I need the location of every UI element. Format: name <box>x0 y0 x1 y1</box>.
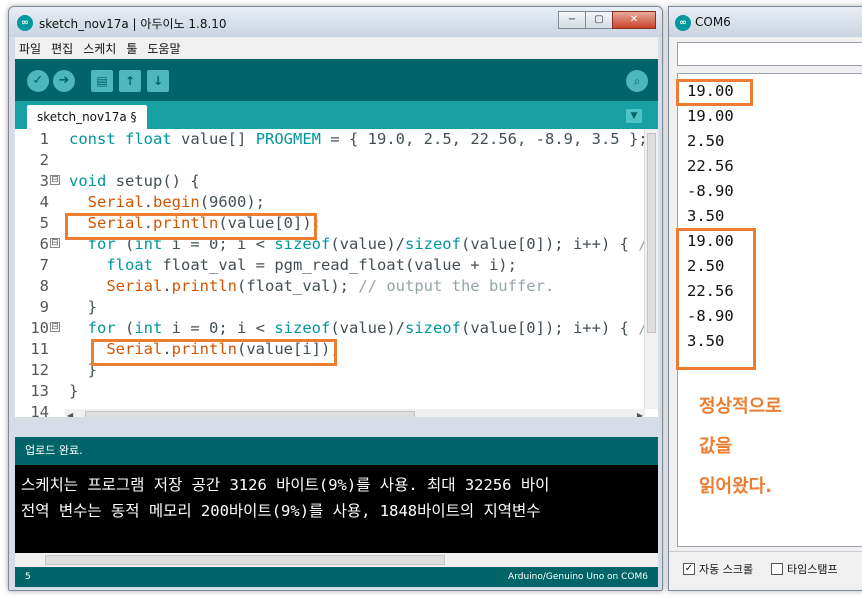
autoscroll-label: 자동 스크롤 <box>699 563 754 576</box>
vertical-scroll-thumb[interactable] <box>647 133 656 333</box>
highlight-box-loop-values <box>676 228 756 370</box>
menu-edit[interactable]: 편집 <box>51 40 73 57</box>
line-number: 9 <box>39 298 49 316</box>
autoscroll-checkbox[interactable]: ✓ <box>683 563 695 575</box>
line-number: 5 <box>39 214 49 232</box>
open-sketch-icon[interactable]: ↑ <box>119 70 141 92</box>
menu-help[interactable]: 도움말 <box>147 40 180 57</box>
highlight-box-first-value <box>676 79 753 106</box>
line-number: 4 <box>39 193 49 211</box>
scroll-left-icon[interactable]: ◀ <box>67 411 73 417</box>
vertical-scrollbar[interactable] <box>644 129 658 409</box>
ide-titlebar[interactable]: ∞ sketch_nov17a | 아두이노 1.8.10 − ▢ ✕ <box>9 7 662 37</box>
fold-toggle-icon[interactable]: ⊟ <box>50 175 60 185</box>
maximize-button[interactable]: ▢ <box>585 11 613 29</box>
annotation-note: 값을 <box>699 436 733 457</box>
minimize-button[interactable]: − <box>558 11 586 29</box>
verify-icon[interactable]: ✓ <box>27 70 49 92</box>
code-line: 7 float float_val = pgm_read_float(value… <box>15 255 655 276</box>
line-number: 1 <box>39 130 49 148</box>
code-text: float float_val = pgm_read_float(value +… <box>106 256 517 274</box>
window-title: sketch_nov17a | 아두이노 1.8.10 <box>39 17 227 31</box>
scroll-right-icon[interactable]: ▶ <box>637 411 643 417</box>
code-line: 10 ⊟ for (int i = 0; i < sizeof(value)/si… <box>15 318 657 339</box>
serial-value-line: -8.90 <box>687 182 734 200</box>
code-line: 13} <box>15 381 655 402</box>
serial-monitor-window: ∞ COM6 19.00 19.00 2.50 22.56 -8.90 3.50 19.00… <box>668 6 862 591</box>
timestamp-checkbox[interactable] <box>771 563 783 575</box>
tab-menu-icon[interactable]: ▼ <box>626 109 642 123</box>
serial-window-title: COM6 <box>695 15 731 29</box>
fold-toggle-icon[interactable]: ⊟ <box>50 238 60 248</box>
tab-bar: sketch_nov17a § ▼ <box>15 101 658 129</box>
console-scrollbar[interactable] <box>15 553 658 567</box>
board-port-label: Arduino/Genuino Uno on COM6 <box>508 572 648 582</box>
line-number: 10 <box>30 319 49 337</box>
line-number: 8 <box>39 277 49 295</box>
close-button[interactable]: ✕ <box>612 11 656 29</box>
status-bar: 업로드 완료. <box>15 437 658 465</box>
serial-output-area[interactable]: 19.00 19.00 2.50 22.56 -8.90 3.50 19.00 2.50 22.… <box>676 73 862 547</box>
annotation-note: 읽어왔다. <box>699 476 773 497</box>
serial-value-line: 19.00 <box>687 107 734 125</box>
horizontal-scrollbar[interactable]: ◀ ▶ <box>65 409 645 417</box>
console-line: 스케치는 프로그램 저장 공간 3126 바이트(9%)를 사용. 최대 322… <box>21 476 550 494</box>
console-scroll-thumb[interactable] <box>45 555 445 565</box>
footer-bar: 5 Arduino/Genuino Uno on COM6 <box>15 567 658 587</box>
code-line: 8 Serial.println(float_val); // output t… <box>15 276 655 297</box>
line-number: 14 <box>30 403 49 417</box>
timestamp-label: 타임스탬프 <box>787 563 838 576</box>
window-controls: − ▢ ✕ <box>558 11 656 29</box>
serial-monitor-icon[interactable]: ⌕ <box>626 70 648 92</box>
line-number: 13 <box>30 382 49 400</box>
line-number: 6 <box>39 235 49 253</box>
code-text: Serial.begin(9600); <box>87 193 266 211</box>
arduino-logo-icon: ∞ <box>675 15 691 31</box>
line-number: 7 <box>39 256 49 274</box>
annotation-note: 정상적으로 <box>699 396 782 417</box>
code-text: for (int i = 0; i < sizeof(value)/sizeof… <box>87 319 657 337</box>
serial-send-input[interactable] <box>677 42 862 66</box>
code-line: 9 } <box>15 297 655 318</box>
arduino-ide-window: ∞ sketch_nov17a | 아두이노 1.8.10 − ▢ ✕ 파일 편… <box>8 6 663 591</box>
code-line: 4 Serial.begin(9600); <box>15 192 655 213</box>
code-text: } <box>69 298 97 316</box>
save-sketch-icon[interactable]: ↓ <box>147 70 169 92</box>
code-line: 2 <box>15 150 655 171</box>
menu-file[interactable]: 파일 <box>19 40 41 57</box>
code-text: } <box>69 382 79 400</box>
menu-tools[interactable]: 툴 <box>126 40 137 57</box>
new-sketch-icon[interactable]: ▤ <box>91 70 113 92</box>
output-console[interactable]: 스케치는 프로그램 저장 공간 3126 바이트(9%)를 사용. 최대 322… <box>15 465 658 553</box>
code-line: 3 ⊟ void setup() { <box>15 171 655 192</box>
line-number: 3 <box>39 172 49 190</box>
console-line: 전역 변수는 동적 메모리 200바이트(9%)를 사용, 1848바이트의 지… <box>21 502 541 520</box>
highlight-box-line11 <box>91 339 337 366</box>
menu-bar: 파일 편집 스케치 툴 도움말 <box>15 37 658 59</box>
tab-sketch[interactable]: sketch_nov17a § <box>27 105 147 129</box>
arduino-logo-icon: ∞ <box>17 15 33 31</box>
code-text: const float value[] PROGMEM = { 19.0, 2.… <box>69 130 648 148</box>
line-number: 11 <box>30 340 49 358</box>
horizontal-scroll-thumb[interactable] <box>85 411 415 417</box>
serial-titlebar[interactable]: ∞ COM6 <box>669 7 862 37</box>
highlight-box-line5 <box>65 213 317 240</box>
line-number: 2 <box>39 151 49 169</box>
serial-value-line: 22.56 <box>687 157 734 175</box>
serial-value-line: 3.50 <box>687 207 725 225</box>
toolbar: ✓ ➜ ▤ ↑ ↓ ⌕ <box>15 59 658 101</box>
code-editor[interactable]: 1 const float value[] PROGMEM = { 19.0, 2… <box>15 129 658 417</box>
screenshot-root: ∞ sketch_nov17a | 아두이노 1.8.10 − ▢ ✕ 파일 편… <box>0 0 862 609</box>
fold-toggle-icon[interactable]: ⊟ <box>50 322 60 332</box>
code-line: 1 const float value[] PROGMEM = { 19.0, 2… <box>15 129 655 150</box>
menu-sketch[interactable]: 스케치 <box>83 40 116 57</box>
upload-icon[interactable]: ➜ <box>53 70 75 92</box>
serial-bottom-bar: ✓ 자동 스크롤 타임스탬프 <box>669 551 862 590</box>
line-number: 12 <box>30 361 49 379</box>
serial-value-line: 2.50 <box>687 132 725 150</box>
code-text: Serial.println(float_val); // output the… <box>106 277 555 295</box>
cursor-line-number: 5 <box>25 572 31 582</box>
code-text: void setup() { <box>69 172 200 190</box>
